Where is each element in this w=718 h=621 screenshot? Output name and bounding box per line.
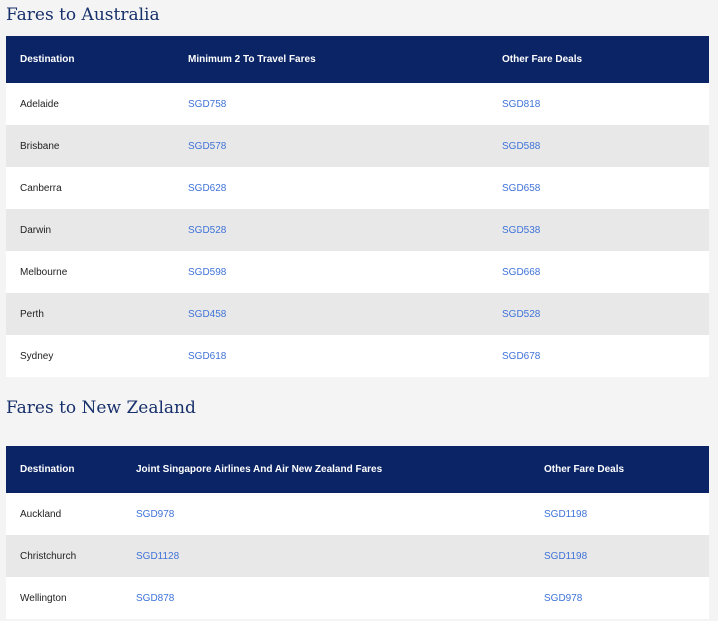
destination-cell: Adelaide (20, 98, 59, 110)
fare-link[interactable]: SGD818 (502, 99, 540, 110)
destination-cell: Canberra (20, 182, 62, 194)
table-header-row: Destination Minimum 2 To Travel Fares Ot… (6, 36, 709, 83)
fare-link[interactable]: SGD1198 (544, 509, 587, 520)
australia-section: Fares to Australia Destination Minimum 2… (0, 0, 718, 384)
newzealand-section: Fares to New Zealand Destination Joint S… (0, 384, 718, 619)
column-header-destination: Destination (20, 54, 75, 65)
section-title-australia: Fares to Australia (6, 5, 160, 25)
fare-link[interactable]: SGD658 (502, 183, 540, 194)
destination-cell: Auckland (20, 508, 62, 520)
table-row: Perth SGD458 SGD528 (6, 293, 709, 335)
fare-link[interactable]: SGD588 (502, 141, 540, 152)
column-header-other-deals: Other Fare Deals (502, 54, 583, 65)
fare-link[interactable]: SGD578 (188, 141, 226, 152)
fare-link[interactable]: SGD668 (502, 267, 540, 278)
column-header-joint-fares: Joint Singapore Airlines And Air New Zea… (136, 464, 383, 475)
destination-cell: Christchurch (20, 550, 77, 562)
table-row: Sydney SGD618 SGD678 (6, 335, 709, 377)
australia-fares-table: Destination Minimum 2 To Travel Fares Ot… (6, 36, 709, 377)
column-header-destination: Destination (20, 464, 75, 475)
table-row: Christchurch SGD1128 SGD1198 (6, 535, 709, 577)
fare-link[interactable]: SGD1198 (544, 551, 587, 562)
fare-link[interactable]: SGD978 (544, 593, 582, 604)
fare-link[interactable]: SGD458 (188, 309, 226, 320)
destination-cell: Melbourne (20, 266, 68, 278)
destination-cell: Sydney (20, 350, 54, 362)
fare-link[interactable]: SGD878 (136, 593, 174, 604)
destination-cell: Brisbane (20, 140, 60, 152)
fare-link[interactable]: SGD678 (502, 351, 540, 362)
fare-link[interactable]: SGD598 (188, 267, 226, 278)
section-title-newzealand: Fares to New Zealand (6, 398, 196, 418)
destination-cell: Darwin (20, 224, 52, 236)
fare-link[interactable]: SGD538 (502, 225, 540, 236)
table-row: Canberra SGD628 SGD658 (6, 167, 709, 209)
fare-link[interactable]: SGD978 (136, 509, 174, 520)
table-row: Auckland SGD978 SGD1198 (6, 493, 709, 535)
table-row: Wellington SGD878 SGD978 (6, 577, 709, 619)
fare-link[interactable]: SGD528 (188, 225, 226, 236)
table-row: Brisbane SGD578 SGD588 (6, 125, 709, 167)
fare-link[interactable]: SGD618 (188, 351, 226, 362)
column-header-other-deals: Other Fare Deals (544, 464, 625, 475)
fare-link[interactable]: SGD758 (188, 99, 226, 110)
newzealand-fares-table: Destination Joint Singapore Airlines And… (6, 446, 709, 619)
fare-link[interactable]: SGD528 (502, 309, 540, 320)
table-row: Darwin SGD528 SGD538 (6, 209, 709, 251)
fare-link[interactable]: SGD628 (188, 183, 226, 194)
destination-cell: Wellington (20, 592, 67, 604)
column-header-min2-fares: Minimum 2 To Travel Fares (188, 54, 316, 65)
destination-cell: Perth (20, 308, 44, 320)
fare-link[interactable]: SGD1128 (136, 551, 179, 562)
table-header-row: Destination Joint Singapore Airlines And… (6, 446, 709, 493)
table-row: Melbourne SGD598 SGD668 (6, 251, 709, 293)
table-row: Adelaide SGD758 SGD818 (6, 83, 709, 125)
